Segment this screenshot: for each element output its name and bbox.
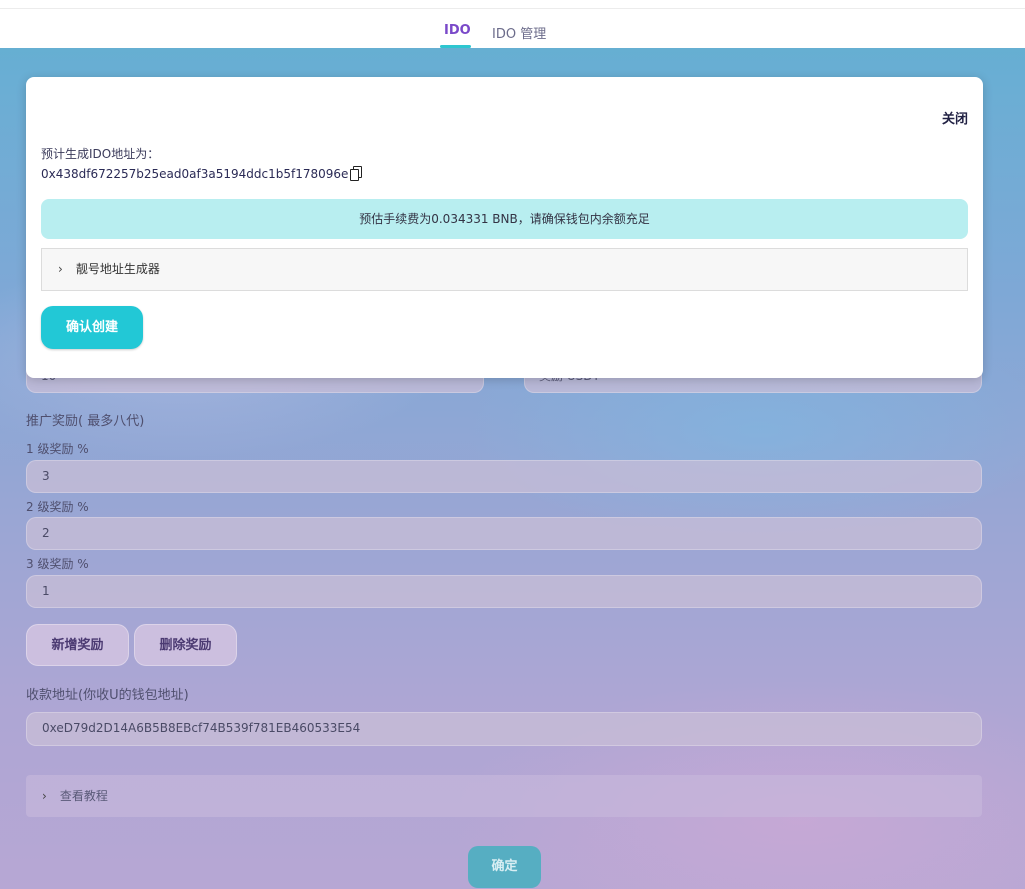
payee-label: 收款地址(你收U的钱包地址) xyxy=(26,688,189,703)
confirm-create-button[interactable]: 确认创建 xyxy=(41,306,143,349)
level-3-input[interactable]: 1 xyxy=(26,575,982,608)
tutorial-label: 查看教程 xyxy=(59,789,108,803)
promo-title: 推广奖励( 最多八代) xyxy=(26,414,145,429)
copy-icon[interactable] xyxy=(350,166,363,181)
payee-input[interactable]: 0xeD79d2D14A6B5B8EBcf74B539f781EB460533E… xyxy=(26,712,982,746)
close-button[interactable]: 关闭 xyxy=(942,108,968,127)
level-1-label: 1 级奖励 % xyxy=(26,442,89,456)
level-2-label: 2 级奖励 % xyxy=(26,500,89,514)
ido-address: 0x438df672257b25ead0af3a5194ddc1b5f17809… xyxy=(41,167,349,181)
level-1-input[interactable]: 3 xyxy=(26,460,982,493)
vanity-generator-label: 靓号地址生成器 xyxy=(75,262,160,276)
create-ido-modal: 关闭 预计生成IDO地址为： 0x438df672257b25ead0af3a5… xyxy=(26,77,983,378)
fee-notice: 预估手续费为0.034331 BNB，请确保钱包内余额充足 xyxy=(41,199,968,239)
delete-reward-button[interactable]: 删除奖励 xyxy=(134,624,237,666)
tab-ido[interactable]: IDO xyxy=(444,23,471,38)
address-row: 0x438df672257b25ead0af3a5194ddc1b5f17809… xyxy=(41,166,363,181)
chevron-right-icon: › xyxy=(58,262,63,276)
tab-ido-manage[interactable]: IDO 管理 xyxy=(492,23,546,42)
level-3-label: 3 级奖励 % xyxy=(26,557,89,571)
tutorial-accordion[interactable]: › 查看教程 xyxy=(26,775,982,817)
address-label: 预计生成IDO地址为： xyxy=(41,147,160,161)
top-strip xyxy=(0,0,1025,8)
top-nav: IDO IDO 管理 xyxy=(0,8,1025,48)
add-reward-button[interactable]: 新增奖励 xyxy=(26,624,129,666)
confirm-button[interactable]: 确定 xyxy=(468,846,541,888)
level-2-input[interactable]: 2 xyxy=(26,517,982,550)
active-tab-underline xyxy=(440,45,471,48)
vanity-generator-accordion[interactable]: › 靓号地址生成器 xyxy=(41,248,968,291)
chevron-right-icon: › xyxy=(42,789,47,803)
